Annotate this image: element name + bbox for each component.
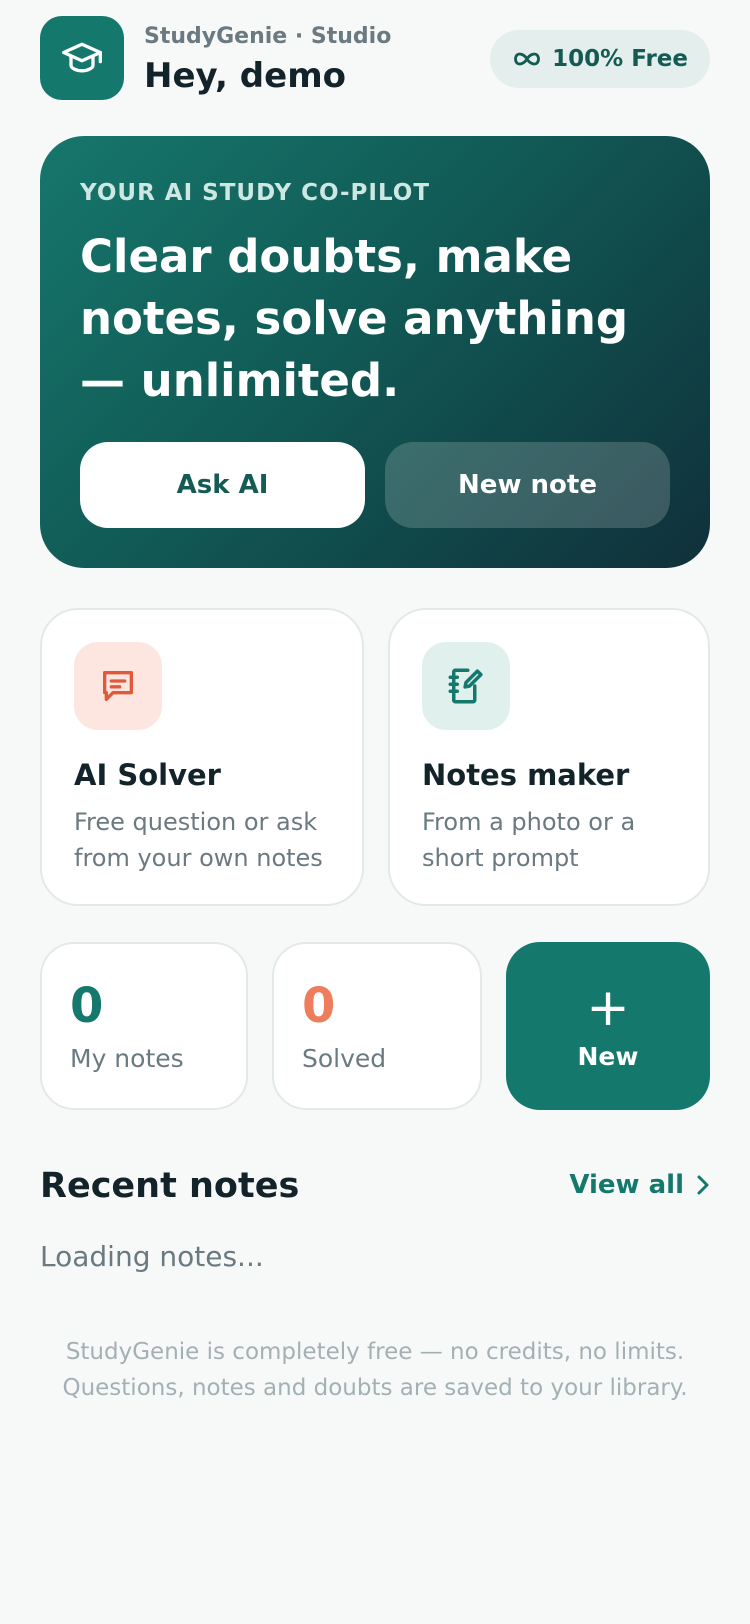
free-badge-label: 100% Free: [552, 46, 688, 72]
ask-ai-button[interactable]: Ask AI: [80, 442, 365, 528]
stat-label: Solved: [302, 1044, 387, 1073]
greeting: Hey, demo: [144, 56, 346, 96]
feature-title: Notes maker: [422, 758, 630, 792]
hero-buttons: Ask AI New note: [80, 442, 670, 528]
feature-card-notes-maker[interactable]: Notes maker From a photo or a short prom…: [388, 608, 710, 906]
feature-card-ai-solver[interactable]: AI Solver Free question or ask from your…: [40, 608, 364, 906]
new-note-button[interactable]: New note: [385, 442, 670, 528]
new-button[interactable]: + New: [506, 942, 710, 1110]
hero-title: Clear doubts, make notes, solve anything…: [80, 230, 629, 407]
feature-description: From a photo or a short prompt: [422, 808, 636, 872]
new-button-label: New: [577, 1041, 639, 1071]
feature-icon-box: [74, 642, 162, 730]
stat-value: 0: [70, 978, 104, 1034]
feature-title: AI Solver: [74, 758, 221, 792]
footer-line: StudyGenie is completely free — no credi…: [65, 1339, 685, 1365]
recent-notes-title: Recent notes: [40, 1166, 300, 1206]
notebook-edit-icon: [448, 668, 483, 704]
hero-eyebrow: YOUR AI STUDY CO-PILOT: [80, 180, 431, 206]
view-all-label: View all: [569, 1170, 684, 1200]
stat-label: My notes: [70, 1044, 184, 1073]
stat-card-my-notes[interactable]: 0 My notes: [40, 942, 248, 1110]
brand-label: StudyGenie · Studio: [144, 24, 392, 49]
view-all-link[interactable]: View all: [569, 1170, 710, 1200]
footer-note: StudyGenie is completely free — no credi…: [40, 1334, 710, 1406]
stat-value: 0: [302, 978, 336, 1034]
app-logo: [40, 16, 124, 100]
stat-card-solved[interactable]: 0 Solved: [272, 942, 482, 1110]
chat-icon: [103, 671, 133, 701]
chevron-right-icon: [697, 1175, 709, 1195]
free-badge: 100% Free: [490, 30, 710, 88]
graduation-cap-icon: [62, 42, 102, 73]
feature-description: Free question or ask from your own notes: [74, 808, 323, 872]
feature-icon-box: [422, 642, 510, 730]
footer-line: Questions, notes and doubts are saved to…: [62, 1375, 688, 1401]
plus-icon: +: [586, 977, 630, 1038]
header: StudyGenie · Studio Hey, demo 100% Free: [40, 16, 710, 100]
infinity-icon: [514, 52, 541, 66]
hero-card: YOUR AI STUDY CO-PILOT Clear doubts, mak…: [40, 136, 710, 568]
loading-notes-text: Loading notes...: [40, 1240, 264, 1273]
